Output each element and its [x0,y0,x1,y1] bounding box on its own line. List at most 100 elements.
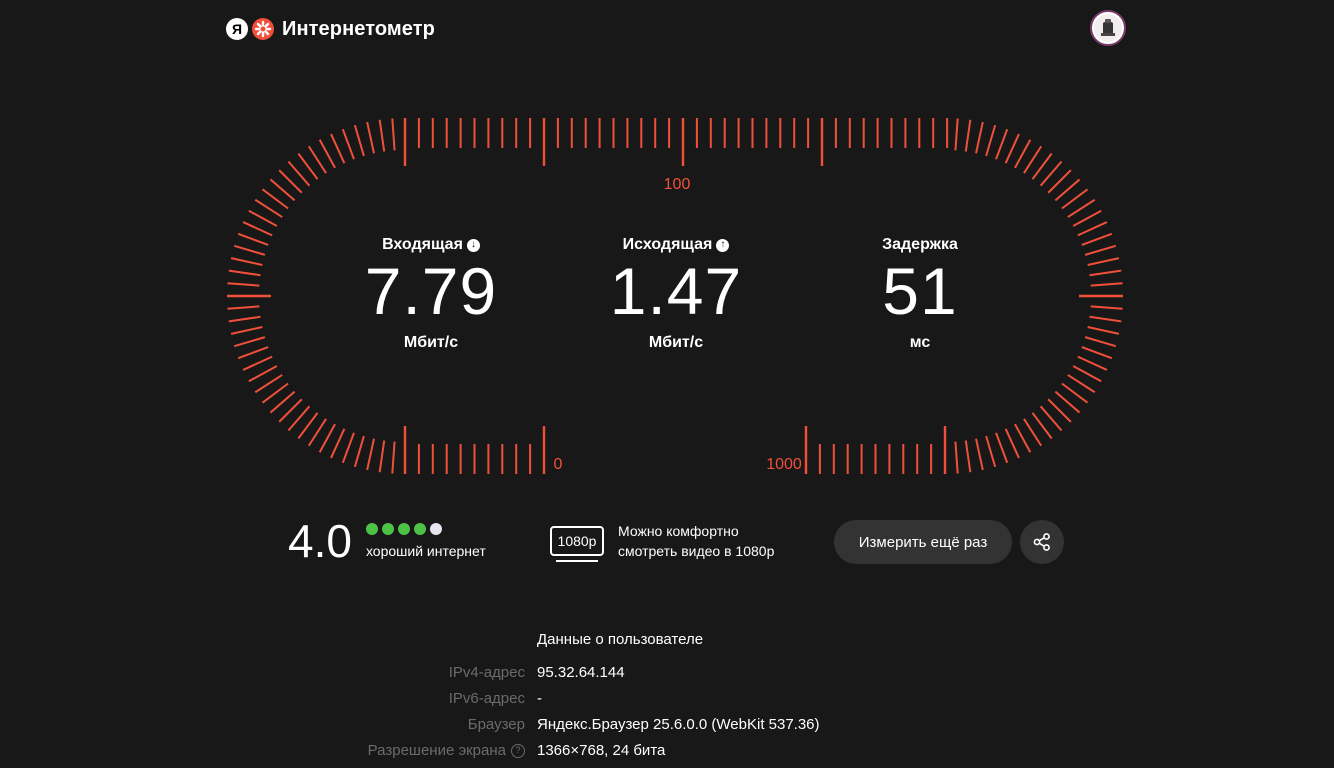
gauge-tick [1089,269,1122,277]
gauge-tick [1014,423,1032,453]
gauge-tick [318,139,336,169]
gauge-tick [964,119,972,152]
gauge-tick [269,178,296,202]
gauge-tick [330,133,346,164]
download-metric: Входящая ↓ 7.79 Мбит/с [321,234,541,352]
gauge-tick [964,440,972,473]
info-value: 1366×768, 24 бита [537,742,666,759]
gauge-tick [1081,346,1113,360]
connection-rating: 4.0 хороший интернет [288,518,486,564]
download-label-text: Входящая [382,236,463,253]
upload-value: 1.47 [609,254,743,328]
gauge-tick [1084,244,1117,256]
gauge-tick [278,398,303,423]
gauge-tick [233,336,266,348]
rating-dots [365,523,486,535]
gauge-tick [341,432,355,464]
gauge-tick [1061,188,1089,210]
rating-dot-filled [397,523,410,535]
gauge-tick [1084,336,1117,348]
gauge-tick [228,315,261,323]
gauge-tick [237,232,269,246]
gauge-tick [1047,169,1072,194]
user-avatar[interactable] [1090,10,1126,46]
gauge-tick [985,124,997,157]
info-row-browser: Браузер Яндекс.Браузер 25.6.0.0 (WebKit … [0,716,1334,738]
gauge-tick [1081,232,1113,246]
yandex-logo[interactable]: Я [226,18,248,40]
gauge-tick [985,435,997,468]
gauge-tick [1054,178,1081,202]
arrow-up-icon: ↑ [716,238,730,252]
gauge-tick [1090,305,1123,310]
gauge-tick [1031,152,1053,180]
latency-unit: мс [909,334,931,351]
upload-unit: Мбит/с [648,334,704,351]
gauge-tick [230,257,263,266]
video-quality: 1080p Можно комфортно смотреть видео в 1… [550,521,818,562]
latency-value: 51 [882,254,958,328]
gauge-tick [378,119,386,152]
arrow-down-icon: ↓ [466,238,480,252]
rating-dot-empty [429,523,442,535]
gauge-tick [307,418,327,447]
rating-details: хороший интернет [365,523,486,559]
gauge-tick [330,428,346,459]
gauge-tick [1077,221,1108,237]
retest-button[interactable]: Измерить ещё раз [834,520,1012,564]
gauge-tick [1067,198,1096,218]
flower-logo-icon [252,18,274,40]
gauge-tick [230,326,263,335]
share-button[interactable] [1020,520,1064,564]
gauge-label-1000: 1000 [766,456,802,473]
gauge-tick [1061,382,1089,404]
gauge-tick [954,441,959,474]
gauge-tick [1031,412,1053,440]
info-row-ipv4: IPv4-адрес 95.32.64.144 [0,664,1334,686]
info-key: Разрешение экрана ? [368,742,525,759]
gauge-tick [1047,398,1072,423]
info-key: Браузер [467,716,525,733]
gauge-tick [1023,418,1043,447]
gauge-tick [353,124,365,157]
gauge-tick [1039,405,1063,432]
gauge-tick [366,438,375,471]
gauge-tick [237,346,269,360]
download-unit: Мбит/с [403,334,459,351]
header: Я Интернетометр [226,14,435,44]
gauge-tick [1054,390,1081,414]
gauge-tick [1090,282,1123,287]
gauge-tick [391,118,396,151]
help-icon[interactable]: ? [511,743,525,758]
gauge-tick [1087,257,1120,266]
gauge-tick [366,121,375,154]
gauge-tick [228,269,261,277]
info-value: Яндекс.Браузер 25.6.0.0 (WebKit 537.36) [537,716,820,733]
gauge-tick [227,282,260,287]
info-key: IPv4-адрес [448,664,525,681]
gauge-tick [954,118,959,151]
rating-label: хороший интернет [365,543,486,559]
gauge-tick [1004,428,1020,459]
gauge-tick [975,438,984,471]
gauge-label-100: 100 [664,176,691,193]
gauge-tick [1087,326,1120,335]
gauge-tick [318,423,336,453]
gauge-label-0: 0 [554,456,563,473]
upload-metric: Исходящая ↑ 1.47 Мбит/с [566,234,786,352]
gauge-tick [1004,133,1020,164]
info-value: 95.32.64.144 [537,664,625,681]
gauge-tick [995,128,1009,160]
rating-dot-filled [365,523,378,535]
rating-score: 4.0 [288,515,352,567]
gauge-tick [227,305,260,310]
gauge-tick [248,209,278,227]
gauge-tick [242,221,273,237]
latency-metric: Задержка 51 мс [810,234,1030,352]
gauge-tick [261,382,289,404]
gauge-tick [269,390,296,414]
rating-dot-filled [381,523,394,535]
video-badge-text: 1080p [557,533,597,549]
speed-gauge: 100 0 1000 [227,118,1123,474]
info-key: IPv6-адрес [448,690,525,707]
